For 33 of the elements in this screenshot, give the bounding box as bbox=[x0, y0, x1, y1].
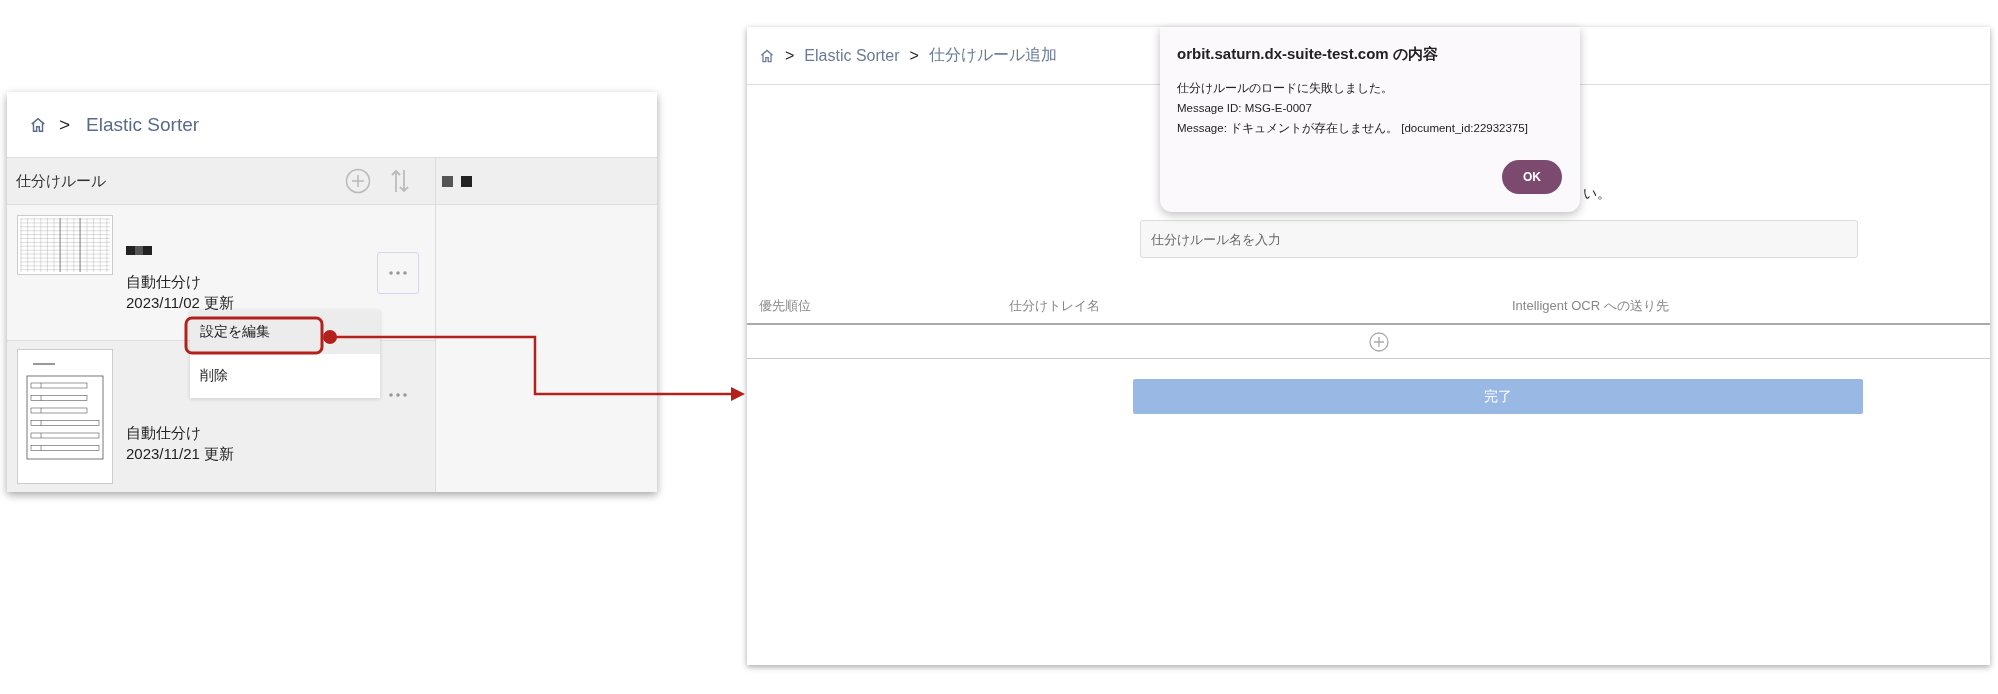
dialog-message: Message: ドキュメントが存在しません。 [document_id:22932375] bbox=[1177, 121, 1529, 136]
menu-item[interactable]: 設定を編集 bbox=[190, 310, 380, 354]
more-button[interactable] bbox=[377, 252, 419, 294]
menu-item[interactable]: 削除 bbox=[190, 354, 380, 398]
instruction-text: い。 bbox=[1583, 185, 1611, 201]
column-header: 優先順位 bbox=[759, 297, 811, 315]
breadcrumb-link[interactable]: Elastic Sorter bbox=[804, 46, 900, 65]
column-header: 仕分けトレイ名 bbox=[1009, 297, 1100, 315]
redaction-block bbox=[442, 175, 472, 187]
home-icon[interactable] bbox=[29, 115, 47, 134]
more-icon bbox=[389, 393, 407, 397]
breadcrumb-separator: > bbox=[785, 46, 795, 65]
more-icon bbox=[389, 271, 407, 275]
rule-name-field[interactable]: 仕分けルール名を入力 bbox=[1140, 220, 1858, 258]
add-row-icon[interactable] bbox=[1368, 331, 1389, 352]
column-header: Intelligent OCR への送り先 bbox=[1512, 297, 1669, 315]
dialog-message: 仕分けルールのロードに失敗しました。 bbox=[1177, 81, 1394, 96]
rule-type: 自動仕分け bbox=[126, 423, 202, 443]
breadcrumb-separator: > bbox=[909, 46, 919, 65]
rule-updated-date: 2023/11/21 更新 bbox=[126, 444, 235, 464]
dialog-title: orbit.saturn.dx-suite-test.com の内容 bbox=[1177, 45, 1439, 64]
sort-icon[interactable] bbox=[389, 168, 411, 194]
breadcrumb-link[interactable]: 仕分けルール追加 bbox=[928, 45, 1057, 66]
dialog-message: Message ID: MSG-E-0007 bbox=[1177, 101, 1313, 116]
list-title: 仕分けルール bbox=[16, 171, 107, 191]
breadcrumb-link[interactable]: Elastic Sorter bbox=[86, 113, 200, 136]
ok-button[interactable]: OK bbox=[1502, 160, 1562, 194]
add-icon[interactable] bbox=[345, 168, 371, 194]
breadcrumb-separator: > bbox=[59, 113, 71, 136]
rule-updated-date: 2023/11/02 更新 bbox=[126, 293, 235, 313]
rule-type: 自動仕分け bbox=[126, 272, 202, 292]
redaction-block bbox=[126, 246, 152, 255]
home-icon[interactable] bbox=[759, 47, 775, 64]
